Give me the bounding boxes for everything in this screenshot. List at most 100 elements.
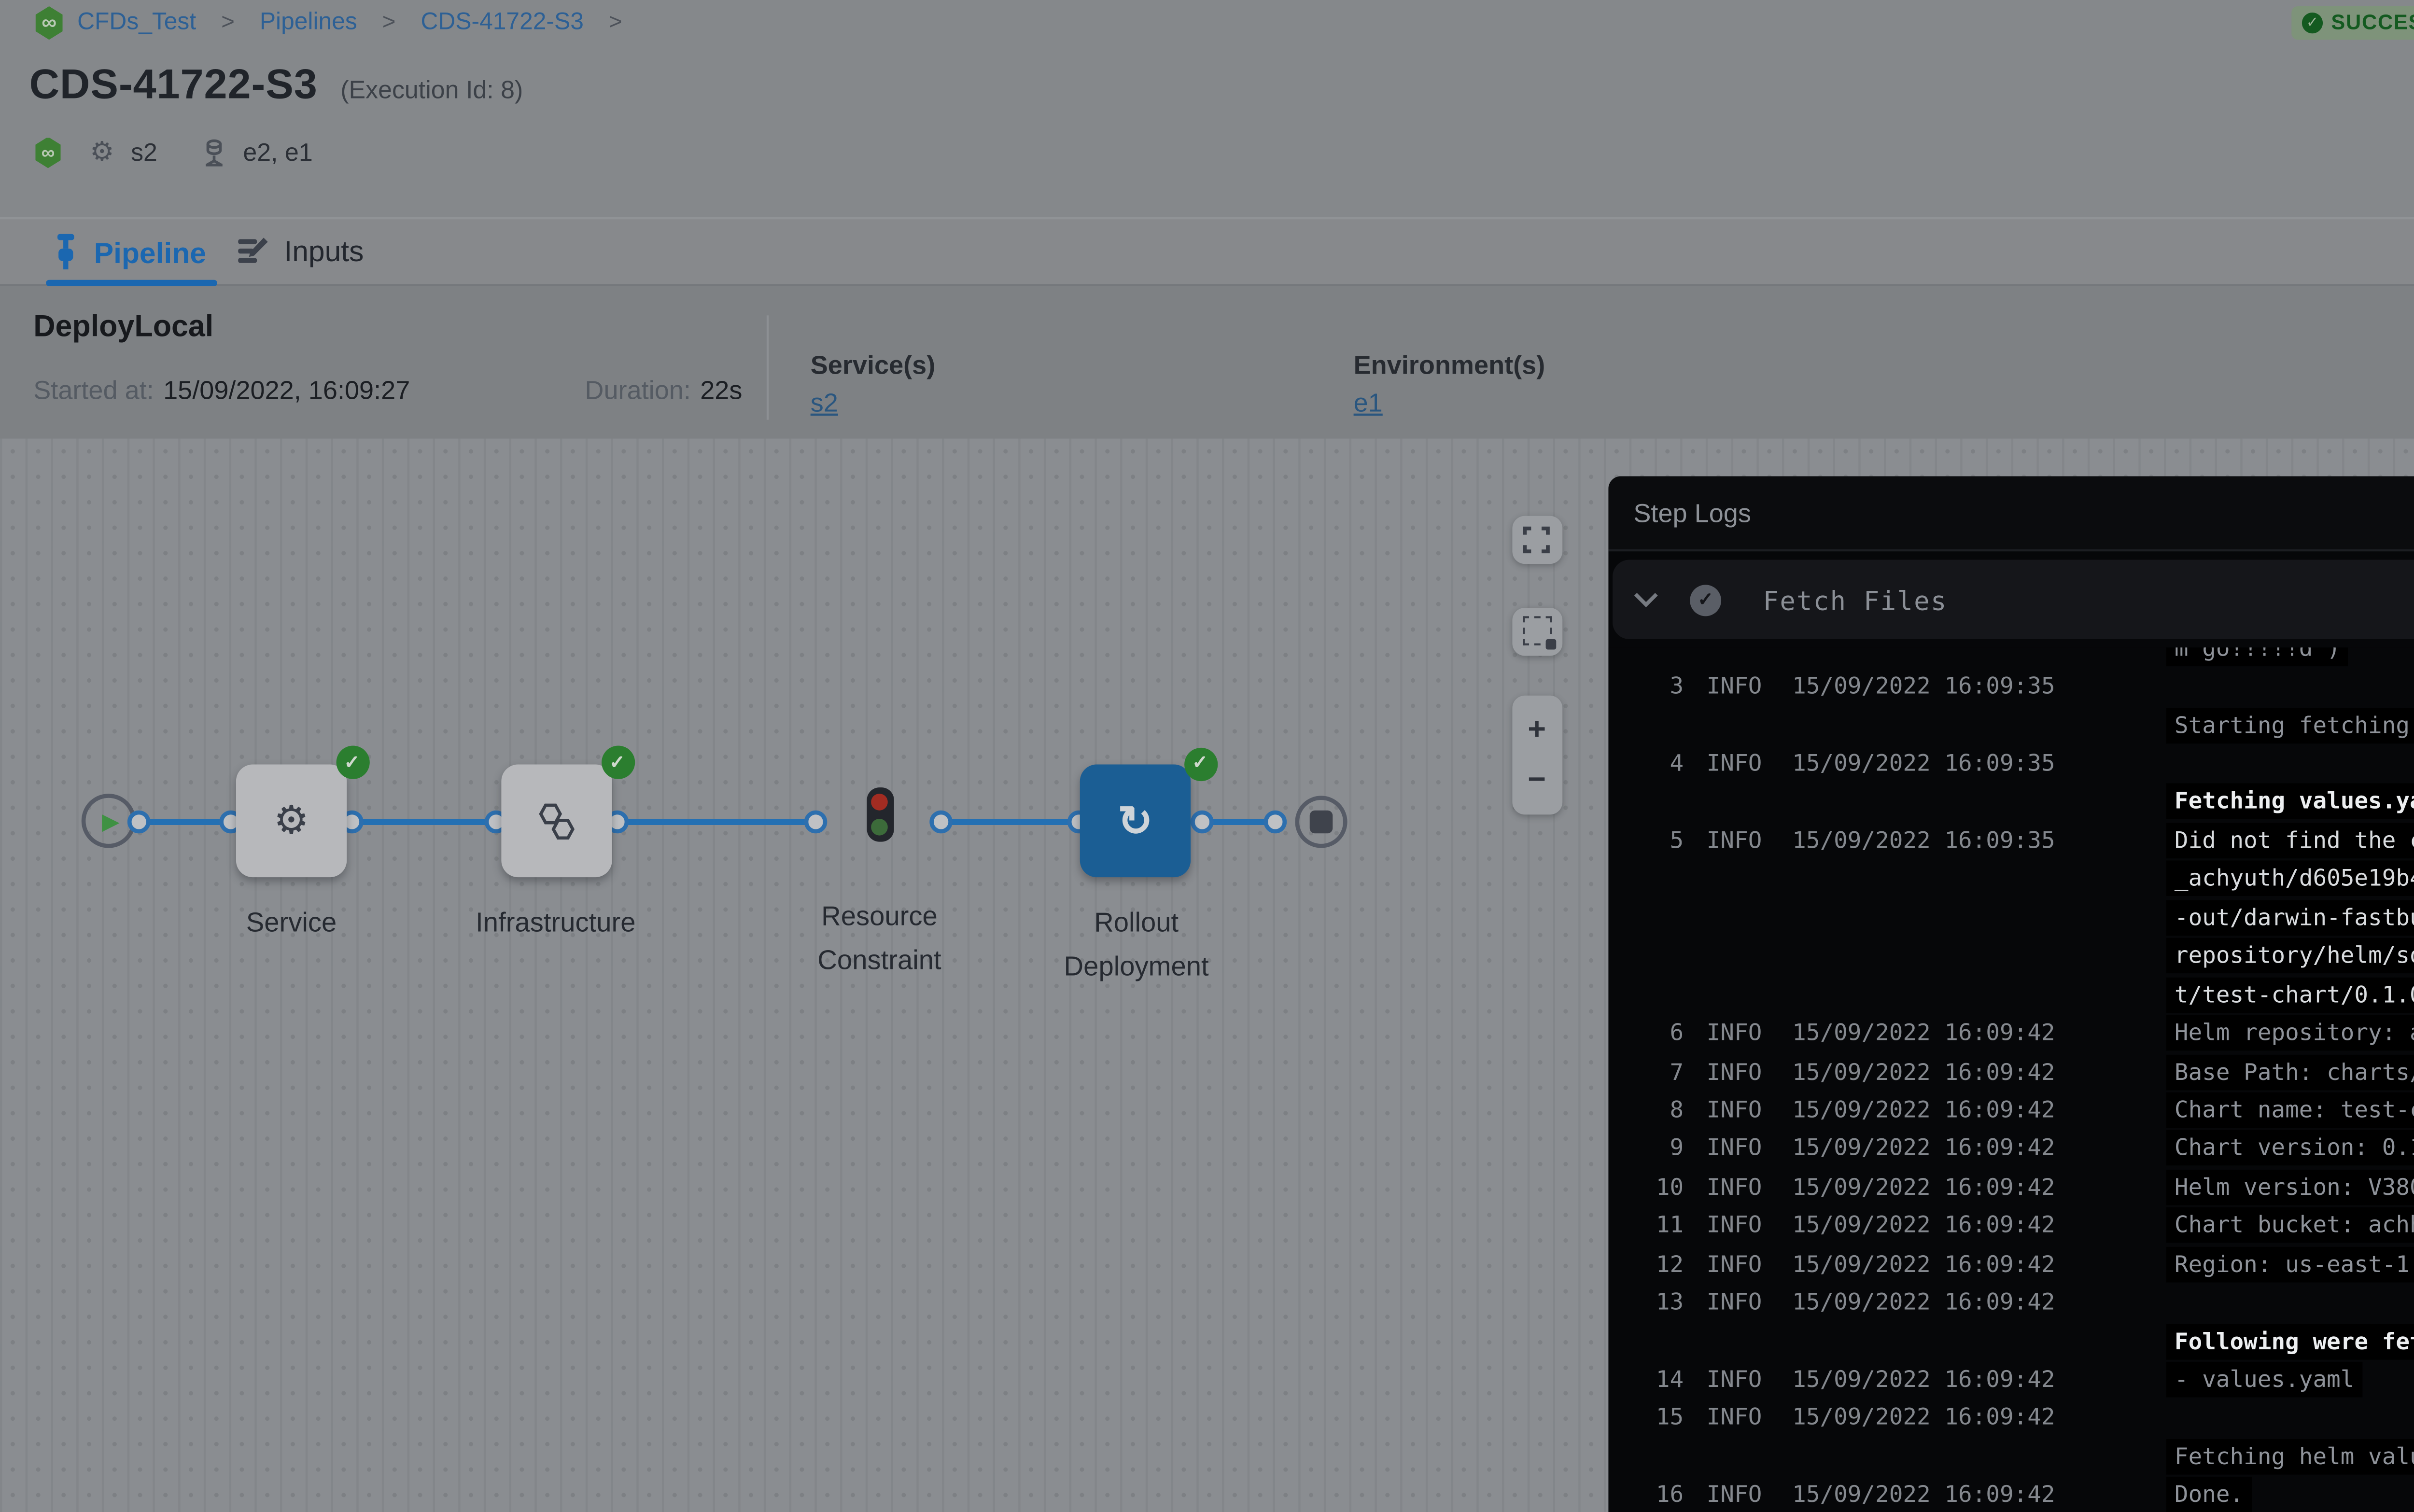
node-label: Service [177, 900, 407, 944]
step-log-group-header[interactable]: ✓ Fetch Files ↑ ↓ 9s [1613, 560, 2414, 639]
log-message: Following were fetched successfully : [2166, 1323, 2414, 1359]
marquee-select-icon [1522, 616, 1552, 645]
services-label: Service(s) [811, 351, 936, 380]
log-level: INFO [1707, 1058, 1769, 1085]
log-line: 3 INFO 15/09/2022 16:09:35 [1608, 667, 2414, 706]
step-success-icon: ✓ [1690, 584, 1721, 615]
service-link[interactable]: s2 [811, 389, 838, 418]
log-message: Chart name: test-chart [2166, 1092, 2414, 1128]
log-line-number: 15 [1608, 1404, 1684, 1431]
log-level: INFO [1707, 1482, 1769, 1509]
service-tag[interactable]: s2 [131, 138, 157, 168]
inputs-icon [236, 235, 269, 266]
end-node[interactable] [1295, 795, 1347, 847]
node-label: Infrastructure [441, 900, 671, 944]
log-level: INFO [1707, 1096, 1769, 1123]
gear-icon: ⚙ [90, 136, 114, 169]
log-panel-title: Step Logs [1633, 498, 1751, 528]
breadcrumb-project[interactable]: CFDs_Test [77, 11, 196, 36]
node-rollout-deployment[interactable]: ↻ [1080, 765, 1191, 878]
log-timestamp: 15/09/2022 16:09:35 [1792, 750, 1972, 777]
log-message: Starting fetching Helm values [2166, 707, 2414, 743]
edge [138, 818, 230, 824]
log-level: INFO [1707, 1212, 1769, 1239]
play-icon: ▶ [102, 807, 120, 834]
stage-name: DeployLocal [33, 311, 213, 345]
log-timestamp: 15/09/2022 16:09:42 [1792, 1482, 1972, 1509]
chevron-down-icon[interactable] [1633, 591, 1658, 608]
log-level: INFO [1707, 1250, 1769, 1277]
execution-header: ∞ CFDs_Test > Pipelines > CDS-41722-S3 >… [0, 0, 2414, 217]
log-message: Chart bucket: achhelmbucket [2166, 1208, 2414, 1244]
edge [351, 818, 495, 824]
graph-select-button[interactable] [1511, 607, 1562, 655]
log-message: Fetching values.yaml from helm chart rep… [2166, 784, 2414, 820]
log-level: INFO [1707, 1174, 1769, 1201]
breadcrumb-pipeline-name[interactable]: CDS-41722-S3 [421, 11, 583, 36]
node-infrastructure[interactable] [501, 765, 612, 878]
log-timestamp: 15/09/2022 16:09:35 [1792, 673, 1972, 700]
log-message: repository/helm/source/93602db7-89f2-317… [2166, 938, 2414, 974]
tab-inputs[interactable]: Inputs [236, 234, 364, 267]
tab-pipeline[interactable]: Pipeline [52, 234, 206, 270]
step-name: Fetch Files [1763, 584, 1948, 615]
log-line-continuation: repository/helm/source/93602db7-89f2-317… [1608, 937, 2414, 975]
node-label: Rollout Deployment [1022, 900, 1251, 988]
log-line-number: 5 [1608, 827, 1684, 854]
app-root: ∞ CFDs_Test > Pipelines > CDS-41722-S3 >… [0, 0, 2414, 1512]
log-level: INFO [1707, 827, 1769, 854]
breadcrumb-separator: > [209, 11, 247, 36]
environments-label: Environment(s) [1354, 351, 1545, 380]
log-line: 15INFO15/09/2022 16:09:42 [1608, 1399, 2414, 1438]
log-line-number: 11 [1608, 1212, 1684, 1239]
environment-link[interactable]: e1 [1354, 389, 1383, 418]
stage-summary-bar: DeployLocal Started at: 15/09/2022, 16:0… [0, 286, 2414, 439]
log-line-number: 7 [1608, 1058, 1684, 1085]
log-timestamp: 15/09/2022 16:09:42 [1792, 1404, 1972, 1431]
log-line-number: 6 [1608, 1020, 1684, 1047]
log-lines[interactable]: m go!!!!!d )3INFO15/09/2022 16:09:35Star… [1608, 647, 2414, 1512]
node-resource-constraint[interactable] [866, 787, 893, 841]
red-light-icon [871, 795, 888, 812]
started-at-value: 15/09/2022, 16:09:27 [163, 376, 410, 406]
log-line: 9INFO15/09/2022 16:09:42Chart version: 0… [1608, 1129, 2414, 1168]
graph-fullscreen-button[interactable] [1511, 515, 1562, 563]
breadcrumb-pipelines[interactable]: Pipelines [260, 11, 357, 36]
divider [767, 315, 769, 420]
check-circle-icon: ✓ [2302, 13, 2323, 33]
status-badge: ✓ SUCCESS [2291, 6, 2414, 40]
log-message: _achyuth/d605e19b46448ceaacb01fb4c19633a… [2166, 861, 2414, 897]
log-line-continuation: Starting fetching Helm values [1608, 706, 2414, 744]
environment-tag[interactable]: e2, e1 [243, 138, 312, 168]
port [803, 810, 827, 833]
log-message [2166, 682, 2183, 690]
log-line-continuation: -out/darwin-fastbuild/bin/260-delegate/e… [1608, 898, 2414, 937]
log-message [2166, 759, 2183, 768]
log-timestamp: 15/09/2022 16:09:42 [1792, 1135, 1972, 1162]
log-message: Base Path: charts/ [2166, 1054, 2414, 1090]
execution-meta-row: ∞ ⚙ s2 e2, e1 [33, 134, 313, 171]
log-level: INFO [1707, 673, 1769, 700]
breadcrumb-separator: > [596, 11, 635, 36]
node-service[interactable]: ⚙ [236, 765, 347, 878]
step-logs-panel: Step Logs Console View ✓ Fetch Files ↑ ↓… [1608, 476, 2414, 1512]
log-message: Region: us-east-1 [2166, 1246, 2414, 1282]
log-line-number: 13 [1608, 1289, 1684, 1316]
port [127, 810, 151, 833]
log-line-continuation: Following were fetched successfully : [1608, 1322, 2414, 1360]
log-message: Helm repository: aws-qa-setup-modified [2166, 1015, 2414, 1051]
port [1263, 810, 1286, 833]
gear-icon: ⚙ [274, 797, 309, 845]
log-line: 5INFO15/09/2022 16:09:35Did not find the… [1608, 821, 2414, 860]
page-title: CDS-41722-S3 [29, 63, 318, 111]
zoom-in-button[interactable]: + [1528, 712, 1546, 747]
zoom-out-button[interactable]: − [1528, 763, 1546, 799]
log-line: 13INFO15/09/2022 16:09:42 [1608, 1283, 2414, 1322]
log-level: INFO [1707, 1366, 1769, 1393]
log-line-number: 3 [1608, 673, 1684, 700]
log-line: 11INFO15/09/2022 16:09:42Chart bucket: a… [1608, 1206, 2414, 1245]
duration-value: 22s [700, 376, 742, 406]
log-timestamp: 15/09/2022 16:09:42 [1792, 1058, 1972, 1085]
harness-logo-icon: ∞ [33, 6, 65, 40]
log-message: - values.yaml [2166, 1362, 2363, 1398]
